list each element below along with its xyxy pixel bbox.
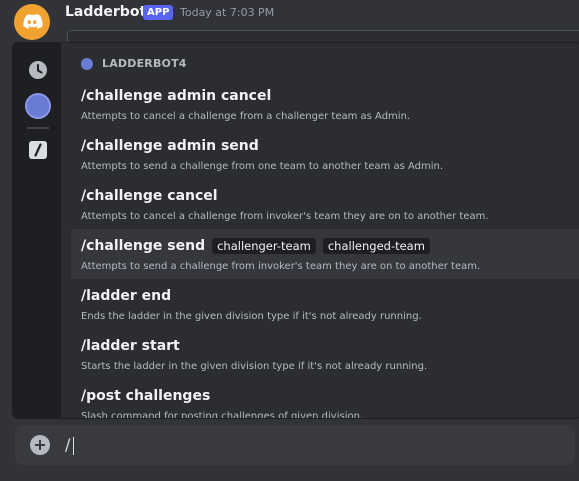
message-header: Ladderbot4 APP Today at 7:03 PM: [0, 0, 579, 44]
command-description: Slash command for posting challenges of …: [81, 411, 364, 419]
rail-divider: [27, 127, 49, 129]
bot-section-icon: [81, 57, 93, 70]
command-name: /challenge admin cancel: [81, 88, 272, 104]
command-description: Attempts to send a challenge from one te…: [81, 161, 444, 172]
section-header: LADDERBOT4: [81, 57, 187, 70]
command-item[interactable]: /post challenges Slash command for posti…: [71, 379, 579, 419]
message-composer[interactable]: /: [15, 425, 575, 465]
command-item[interactable]: /challenge admin send Attempts to send a…: [71, 129, 579, 179]
message-timestamp: Today at 7:03 PM: [180, 6, 275, 19]
slash-command-autocomplete: LADDERBOT4 /challenge admin cancel Attem…: [12, 42, 579, 419]
slash-command-icon[interactable]: [27, 139, 49, 161]
bot-avatar[interactable]: [25, 93, 51, 119]
message-input[interactable]: /: [65, 435, 75, 455]
command-name: /challenge cancel: [81, 188, 218, 204]
command-name: /ladder start: [81, 338, 180, 354]
command-item[interactable]: /ladder end Ends the ladder in the given…: [71, 279, 579, 329]
app-rail: [13, 43, 61, 418]
avatar[interactable]: [14, 4, 50, 40]
section-title: LADDERBOT4: [102, 57, 187, 70]
command-list: LADDERBOT4 /challenge admin cancel Attem…: [71, 43, 579, 418]
command-name: /post challenges: [81, 388, 211, 404]
command-name: /challenge admin send: [81, 138, 259, 154]
command-item[interactable]: /challenge cancel Attempts to cancel a c…: [71, 179, 579, 229]
command-description: Starts the ladder in the given division …: [81, 361, 428, 372]
command-item[interactable]: /ladder start Starts the ladder in the g…: [71, 329, 579, 379]
command-description: Attempts to cancel a challenge from a ch…: [81, 111, 411, 122]
command-item-selected[interactable]: /challenge send challenger-team challeng…: [71, 229, 579, 279]
discord-logo-icon: [23, 14, 43, 29]
command-description: Attempts to cancel a challenge from invo…: [81, 211, 489, 222]
command-option-challenged-team[interactable]: challenged-team: [322, 238, 430, 254]
command-name: /challenge send: [81, 238, 206, 254]
command-name: /ladder end: [81, 288, 172, 304]
app-badge: APP: [143, 5, 174, 20]
add-attachment-icon[interactable]: [30, 435, 50, 455]
message-input-value: /: [65, 435, 71, 454]
command-description: Attempts to send a challenge from invoke…: [81, 261, 481, 272]
text-caret: [73, 436, 75, 455]
command-option-challenger-team[interactable]: challenger-team: [212, 238, 316, 254]
clock-icon[interactable]: [27, 59, 49, 81]
command-item[interactable]: /challenge admin cancel Attempts to canc…: [71, 79, 579, 129]
command-description: Ends the ladder in the given division ty…: [81, 311, 422, 322]
